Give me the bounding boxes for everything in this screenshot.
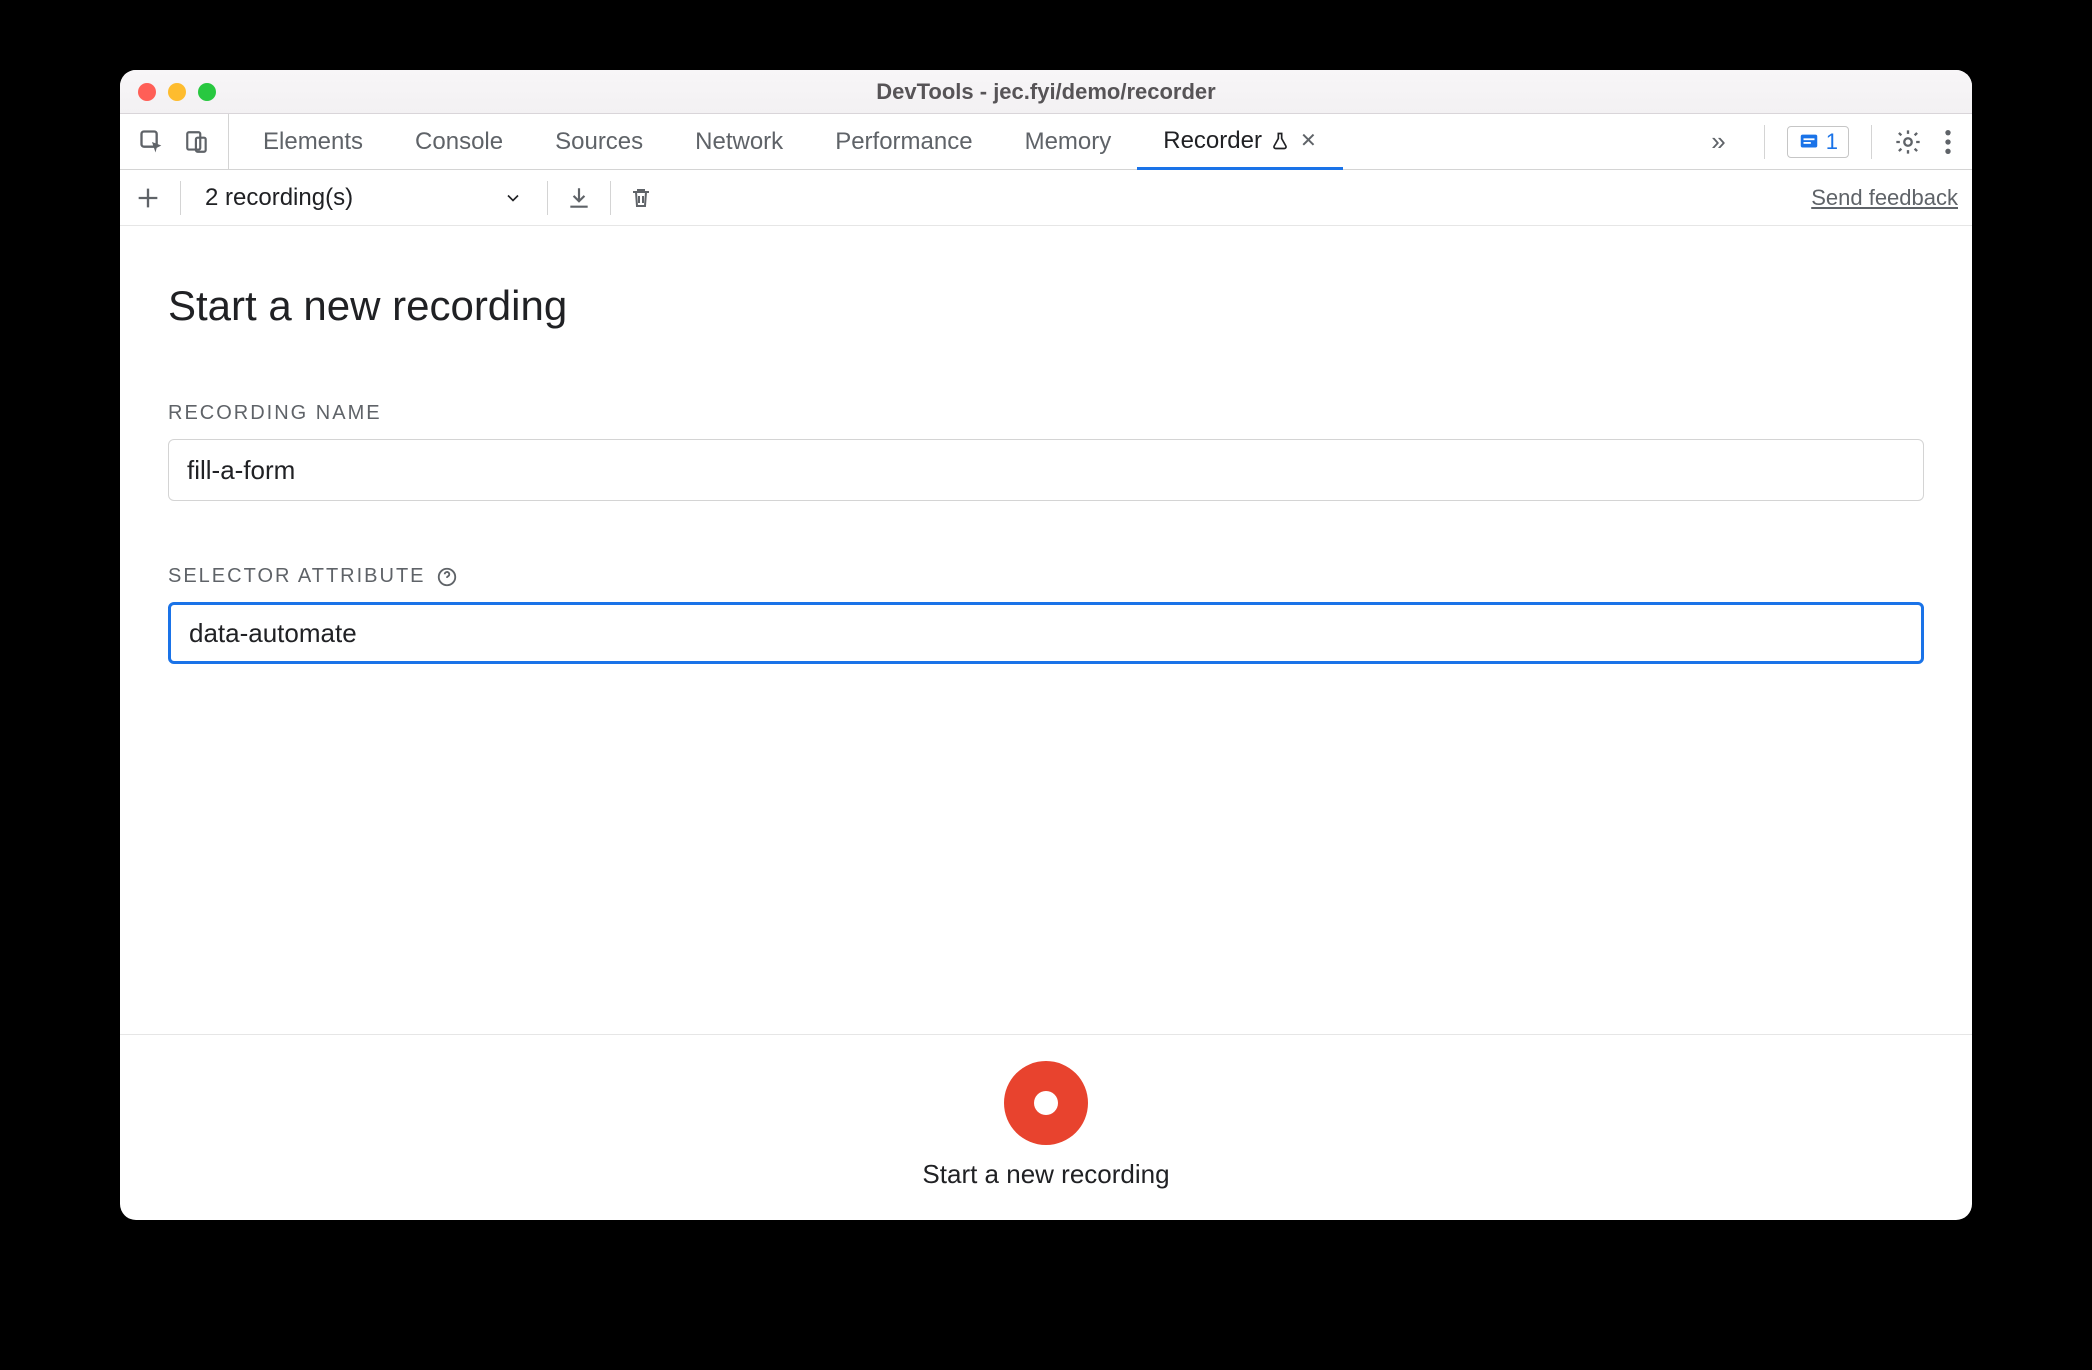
window-minimize-button[interactable] [168, 83, 186, 101]
kebab-menu-icon[interactable] [1944, 128, 1952, 156]
divider [547, 181, 548, 215]
divider [1764, 125, 1765, 159]
chevron-down-icon [503, 188, 523, 208]
tab-recorder[interactable]: Recorder ✕ [1137, 114, 1342, 170]
download-icon[interactable] [566, 185, 592, 211]
window-title: DevTools - jec.fyi/demo/recorder [120, 79, 1972, 105]
recorder-content: Start a new recording RECORDING NAME SEL… [120, 226, 1972, 1220]
devtools-tabbar: Elements Console Sources Network Perform… [120, 114, 1972, 170]
divider [180, 181, 181, 215]
recorder-footer: Start a new recording [120, 1034, 1972, 1220]
settings-gear-icon[interactable] [1894, 128, 1922, 156]
divider [610, 181, 611, 215]
tab-label: Console [415, 128, 503, 156]
send-feedback-link[interactable]: Send feedback [1811, 185, 1958, 211]
selector-attribute-input[interactable] [168, 602, 1924, 664]
divider [1871, 125, 1872, 159]
start-recording-label: Start a new recording [922, 1159, 1169, 1190]
recordings-dropdown[interactable]: 2 recording(s) [199, 184, 529, 212]
tab-memory[interactable]: Memory [999, 114, 1138, 169]
tab-label: Network [695, 128, 783, 156]
tab-performance[interactable]: Performance [809, 114, 998, 169]
selector-attribute-label: SELECTOR ATTRIBUTE [168, 565, 426, 588]
devtools-window: DevTools - jec.fyi/demo/recorder Element… [120, 70, 1972, 1220]
window-close-button[interactable] [138, 83, 156, 101]
issues-badge[interactable]: 1 [1787, 126, 1849, 158]
traffic-lights [120, 83, 216, 101]
window-zoom-button[interactable] [198, 83, 216, 101]
inspect-element-icon[interactable] [138, 128, 166, 156]
record-dot-icon [1034, 1091, 1058, 1115]
tab-network[interactable]: Network [669, 114, 809, 169]
page-title: Start a new recording [168, 282, 1924, 330]
recording-name-input[interactable] [168, 439, 1924, 501]
tab-console[interactable]: Console [389, 114, 529, 169]
tab-sources[interactable]: Sources [529, 114, 669, 169]
delete-trash-icon[interactable] [629, 185, 653, 211]
recorder-toolbar: 2 recording(s) Send feedback [120, 170, 1972, 226]
recording-name-label: RECORDING NAME [168, 402, 1924, 425]
tab-label: Sources [555, 128, 643, 156]
tab-elements[interactable]: Elements [237, 114, 389, 169]
device-toolbar-icon[interactable] [184, 129, 210, 155]
recordings-count-label: 2 recording(s) [205, 184, 353, 212]
selector-attribute-field: SELECTOR ATTRIBUTE [168, 565, 1924, 664]
window-titlebar: DevTools - jec.fyi/demo/recorder [120, 70, 1972, 114]
close-tab-icon[interactable]: ✕ [1300, 128, 1317, 153]
tab-label: Recorder [1163, 127, 1262, 155]
tab-label: Performance [835, 128, 972, 156]
issues-count: 1 [1826, 129, 1838, 155]
experiment-flask-icon [1270, 131, 1290, 151]
tab-label: Elements [263, 128, 363, 156]
add-recording-icon[interactable] [134, 184, 162, 212]
tab-label: Memory [1025, 128, 1112, 156]
help-circle-icon[interactable] [436, 566, 458, 588]
recording-name-field: RECORDING NAME [168, 402, 1924, 501]
tabs-overflow-icon[interactable]: » [1693, 114, 1743, 169]
start-recording-button[interactable] [1004, 1061, 1088, 1145]
